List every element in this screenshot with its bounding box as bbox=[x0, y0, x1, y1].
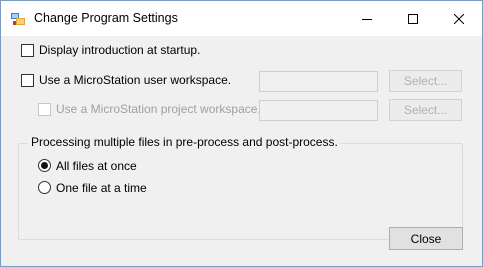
settings-app-icon bbox=[11, 12, 25, 26]
title-bar[interactable]: Change Program Settings bbox=[1, 1, 482, 36]
settings-dialog: Change Program Settings Display introduc… bbox=[0, 0, 483, 267]
user-workspace-checkbox[interactable] bbox=[21, 74, 34, 87]
maximize-icon bbox=[408, 13, 418, 24]
all-files-label[interactable]: All files at once bbox=[56, 159, 137, 173]
radio-selected-dot bbox=[41, 162, 48, 169]
close-icon bbox=[454, 13, 464, 24]
window-title: Change Program Settings bbox=[34, 11, 178, 25]
user-workspace-select-button[interactable]: Select... bbox=[389, 70, 462, 92]
display-intro-checkbox[interactable] bbox=[21, 44, 34, 57]
maximize-button[interactable] bbox=[390, 1, 436, 36]
all-files-radio[interactable] bbox=[38, 159, 51, 172]
project-workspace-field[interactable] bbox=[259, 100, 378, 121]
project-workspace-select-button[interactable]: Select... bbox=[389, 99, 462, 121]
user-workspace-label[interactable]: Use a MicroStation user workspace. bbox=[39, 73, 231, 87]
project-workspace-checkbox[interactable] bbox=[38, 103, 51, 116]
close-button[interactable]: Close bbox=[389, 227, 463, 250]
close-window-button[interactable] bbox=[436, 1, 482, 36]
processing-group-title: Processing multiple files in pre-process… bbox=[28, 135, 341, 149]
minimize-button[interactable] bbox=[344, 1, 390, 36]
one-file-radio[interactable] bbox=[38, 181, 51, 194]
user-workspace-field[interactable] bbox=[259, 71, 378, 92]
project-workspace-label[interactable]: Use a MicroStation project workspace. bbox=[56, 102, 261, 116]
display-intro-label[interactable]: Display introduction at startup. bbox=[39, 43, 200, 57]
minimize-icon bbox=[362, 18, 372, 20]
one-file-label[interactable]: One file at a time bbox=[56, 181, 147, 195]
